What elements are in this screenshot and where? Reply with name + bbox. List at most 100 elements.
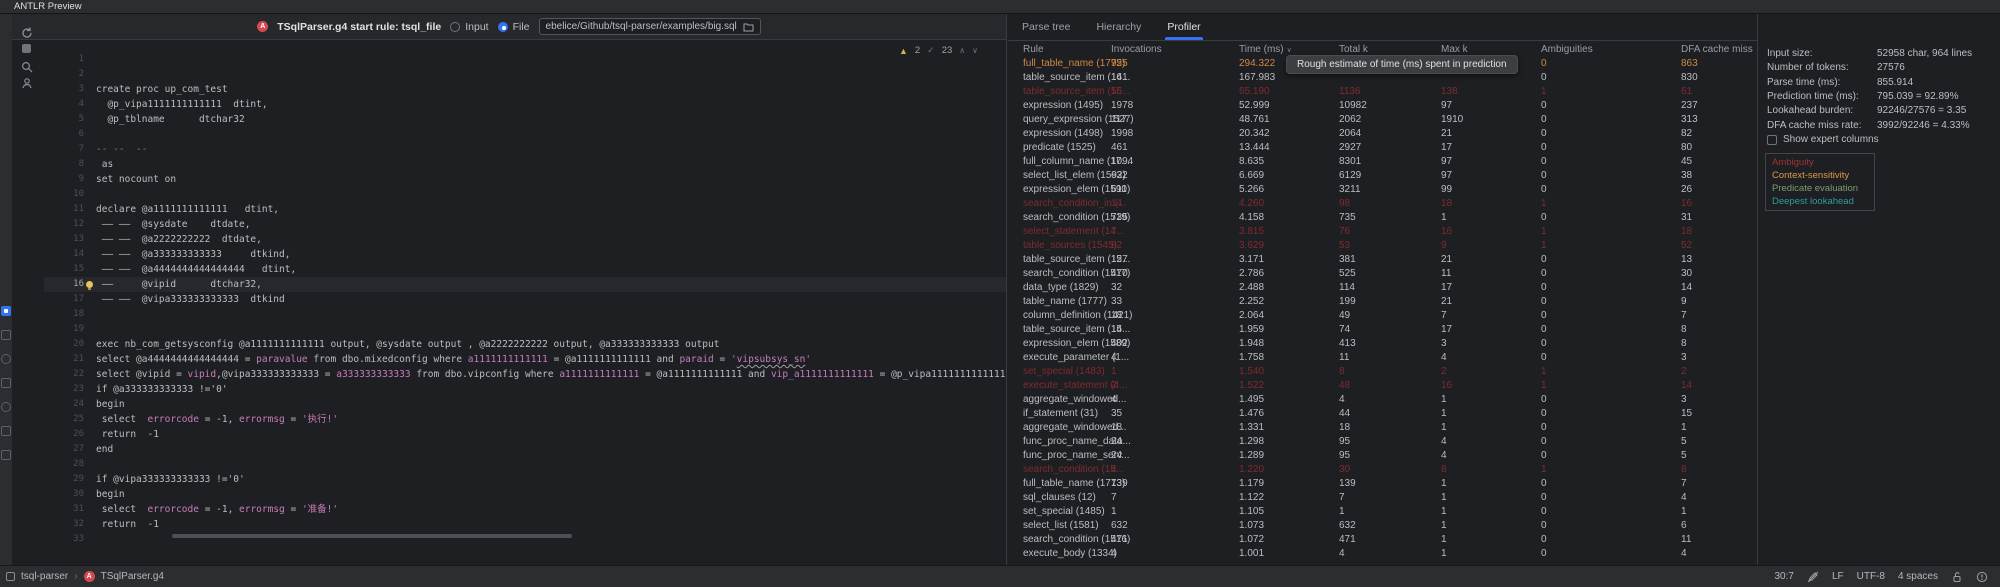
profiler-row[interactable]: set_special (1483)11.5408212 <box>1008 365 1757 379</box>
chevron-down-icon[interactable]: ∨ <box>972 46 978 55</box>
profiler-row[interactable]: execute_statement (4...21.5224816114 <box>1008 379 1757 393</box>
stop-icon[interactable] <box>22 44 31 53</box>
line-number: 30 <box>44 487 84 502</box>
profiler-row[interactable]: full_column_name (17...10948.63583019704… <box>1008 155 1757 169</box>
line-number: 15 <box>44 262 84 277</box>
code-text: select @a4444444444444444 = paravalue fr… <box>96 352 811 367</box>
cell-invocations: 4 <box>1111 547 1239 561</box>
profiler-row[interactable]: sql_clauses (12)71.1227104 <box>1008 491 1757 505</box>
notifications-icon[interactable] <box>1976 571 1988 583</box>
tab-hierarchy[interactable]: Hierarchy <box>1096 14 1141 40</box>
profiler-row[interactable]: expression (1495)197852.99910982970237 <box>1008 99 1757 113</box>
readonly-pen-icon[interactable] <box>1807 571 1819 583</box>
profiler-row[interactable]: table_source_item (15...141.959741708 <box>1008 323 1757 337</box>
profiler-row[interactable]: set_special (1485)11.1051101 <box>1008 505 1757 519</box>
cell-ambiguities: 0 <box>1541 519 1681 533</box>
column-header-ambiguities[interactable]: Ambiguities <box>1541 44 1681 58</box>
cell-dfa-cache-miss: 6 <box>1681 519 1757 533</box>
code-line: 21select @a4444444444444444 = paravalue … <box>44 352 1006 367</box>
intention-bulb-icon[interactable] <box>86 281 93 288</box>
profiler-row[interactable]: func_proc_name_serv...241.28995405 <box>1008 449 1757 463</box>
breadcrumb-file[interactable]: TSqlParser.g4 <box>101 571 164 582</box>
stripe-icon-2[interactable] <box>1 330 11 340</box>
profiler-row[interactable]: predicate (1525)46113.444292717080 <box>1008 141 1757 155</box>
profiler-row[interactable]: column_definition (1421)182.06449707 <box>1008 309 1757 323</box>
profiler-row[interactable]: select_list (1581)6321.073632106 <box>1008 519 1757 533</box>
cell-total-k: 11 <box>1339 351 1441 365</box>
tab-parse-tree[interactable]: Parse tree <box>1022 14 1070 40</box>
profiler-row[interactable]: expression (1498)199820.342206421082 <box>1008 127 1757 141</box>
profiler-row[interactable]: select_statement (14...73.8157616118 <box>1008 225 1757 239</box>
input-radio-label: Input <box>465 21 488 33</box>
profiler-row[interactable]: search_condition (1516)4711.0724711011 <box>1008 533 1757 547</box>
line-separator[interactable]: LF <box>1832 571 1844 582</box>
tab-profiler[interactable]: Profiler <box>1167 14 1200 40</box>
breadcrumb-project[interactable]: tsql-parser <box>21 571 68 582</box>
caret-position[interactable]: 30:7 <box>1774 571 1793 582</box>
cell-total-k: 30 <box>1339 463 1441 477</box>
cell-total-k: 76 <box>1339 225 1441 239</box>
horizontal-scrollbar[interactable] <box>172 534 572 538</box>
cell-invocations: 2 <box>1111 379 1239 393</box>
file-encoding[interactable]: UTF-8 <box>1857 571 1885 582</box>
stripe-antlr-preview-icon[interactable] <box>1 306 11 316</box>
cell-invocations: 925 <box>1111 57 1239 71</box>
cell-max-k: 16 <box>1441 225 1541 239</box>
code-editor[interactable]: 123create proc up_com_test4 @p_vipa11111… <box>44 40 1006 565</box>
profiler-row[interactable]: table_source_item (15...5665.19011361381… <box>1008 85 1757 99</box>
profiler-row[interactable]: aggregate_windowed...41.4954103 <box>1008 393 1757 407</box>
profiler-row[interactable]: search_condition (1517)4702.78652511030 <box>1008 267 1757 281</box>
profiler-row[interactable]: aggregate_windowed...181.33118101 <box>1008 421 1757 435</box>
profiler-row[interactable]: search_condition (15...41.22030818 <box>1008 463 1757 477</box>
cell-ambiguities: 1 <box>1541 365 1681 379</box>
chevron-up-icon[interactable]: ∧ <box>959 46 965 55</box>
file-path-field[interactable]: ebelice/Github/tsql-parser/examples/big.… <box>539 18 761 35</box>
cell-invocations: 117 <box>1111 113 1239 127</box>
profiler-row[interactable]: execute_body (1334)41.0014104 <box>1008 547 1757 561</box>
code-text: end <box>96 442 113 457</box>
cell-invocations: 632 <box>1111 519 1239 533</box>
unlocked-padlock-icon[interactable] <box>1951 571 1963 583</box>
inspections-widget[interactable]: ▲ 2 ✓ 23 ∧ ∨ <box>899 45 978 56</box>
folder-icon[interactable] <box>743 22 754 32</box>
profiler-row[interactable]: select_list_elem (1592)6326.669612997038 <box>1008 169 1757 183</box>
profiler-row[interactable]: expression_elem (1589)4021.948413308 <box>1008 337 1757 351</box>
stripe-icon-3[interactable] <box>1 354 11 364</box>
profiler-icon[interactable] <box>20 76 34 90</box>
cell-ambiguities: 0 <box>1541 337 1681 351</box>
cell-total-k: 95 <box>1339 449 1441 463</box>
refresh-icon[interactable] <box>20 26 34 40</box>
profiler-row[interactable]: table_name (1777)332.2521992109 <box>1008 295 1757 309</box>
stripe-icon-7[interactable] <box>1 450 11 460</box>
code-line: 27end <box>44 442 1006 457</box>
column-header-dfa-cache-miss[interactable]: DFA cache miss <box>1681 44 1757 58</box>
profiler-row[interactable]: table_source_item (15...1273.17138121013 <box>1008 253 1757 267</box>
cell-time: 5.266 <box>1239 183 1339 197</box>
column-header-rule[interactable]: Rule <box>1023 44 1111 58</box>
show-expert-columns-label: Show expert columns <box>1783 134 1879 145</box>
indent-setting[interactable]: 4 spaces <box>1898 571 1938 582</box>
column-header-invocations[interactable]: Invocations <box>1111 44 1239 58</box>
file-radio[interactable]: File <box>498 21 530 33</box>
profiler-row[interactable]: expression_elem (1590)6115.266321199026 <box>1008 183 1757 197</box>
show-expert-columns-option[interactable]: Show expert columns <box>1767 134 1879 145</box>
checkbox-icon[interactable] <box>1767 135 1777 145</box>
profiler-row[interactable]: data_type (1829)322.48811417014 <box>1008 281 1757 295</box>
stripe-icon-5[interactable] <box>1 402 11 412</box>
profiler-row[interactable]: func_proc_name_data...241.29895405 <box>1008 435 1757 449</box>
cell-invocations: 18 <box>1111 421 1239 435</box>
stripe-icon-4[interactable] <box>1 378 11 388</box>
profiler-row[interactable]: table_sources (1545)823.629539152 <box>1008 239 1757 253</box>
preview-editor-panel: A TSqlParser.g4 start rule: tsql_file In… <box>12 14 1007 565</box>
profiler-row[interactable]: search_condition_in (...144.2609818116 <box>1008 197 1757 211</box>
profiler-row[interactable]: if_statement (31)351.476441015 <box>1008 407 1757 421</box>
search-icon[interactable] <box>20 60 34 74</box>
profiler-row[interactable]: search_condition (1519)7354.1587351031 <box>1008 211 1757 225</box>
profiler-row[interactable]: query_expression (1527)11748.76120621910… <box>1008 113 1757 127</box>
cell-max-k: 21 <box>1441 253 1541 267</box>
profiler-row[interactable]: full_table_name (1773)1391.179139107 <box>1008 477 1757 491</box>
stat-value: 795.039 = 92.89% <box>1877 90 1958 104</box>
stripe-icon-6[interactable] <box>1 426 11 436</box>
profiler-row[interactable]: execute_parameter (1...41.75811403 <box>1008 351 1757 365</box>
input-radio[interactable]: Input <box>450 21 488 33</box>
